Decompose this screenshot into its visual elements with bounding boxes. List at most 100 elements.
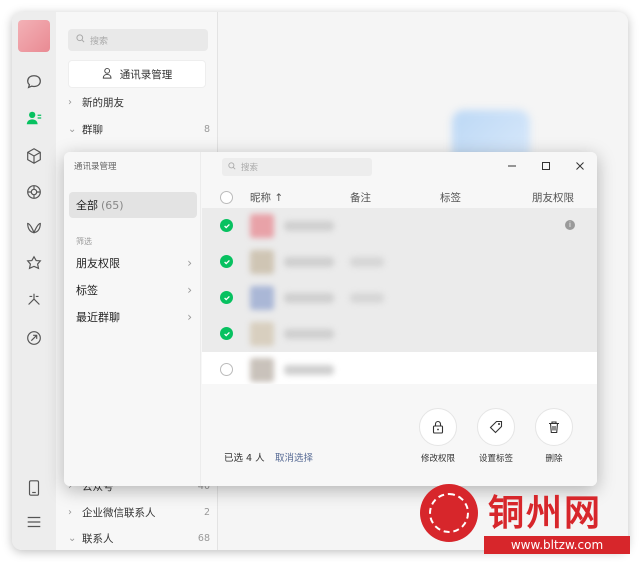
blurred-nickname [284, 293, 334, 303]
group-label: 新的朋友 [82, 96, 124, 109]
search-icon [228, 161, 236, 173]
contact-table: i [202, 208, 597, 388]
group-label: 联系人 [82, 532, 114, 545]
group-label: 群聊 [82, 123, 103, 136]
chevron-right-icon: › [187, 283, 192, 297]
avatar [250, 214, 274, 238]
column-remark: 备注 [350, 192, 371, 204]
column-tags: 标签 [440, 192, 461, 204]
filter-section-label: 筛选 [76, 237, 92, 246]
maximize-icon[interactable] [535, 156, 557, 176]
group-contacts[interactable]: ⌄ 联系人 68 [68, 528, 210, 548]
apps-icon[interactable] [24, 328, 44, 348]
group-count: 68 [197, 532, 210, 544]
dialog-sidebar: 通讯录管理 全部 (65) 筛选 朋友权限 › 标签 › 最近群聊 › [64, 152, 201, 486]
search-feature-icon[interactable] [24, 254, 44, 274]
search-placeholder: 搜索 [241, 163, 259, 173]
chevron-down-icon: ⌄ [68, 123, 77, 135]
table-row[interactable]: i [202, 208, 597, 244]
nav-rail [12, 12, 56, 550]
minimize-icon[interactable] [501, 156, 523, 176]
table-row[interactable] [202, 280, 597, 316]
dialog-title: 通讯录管理 [74, 162, 117, 172]
manage-label: 通讯录管理 [119, 68, 173, 81]
action-label: 设置标签 [478, 454, 513, 464]
checked-icon[interactable] [220, 327, 233, 340]
cancel-selection-link[interactable]: 取消选择 [275, 450, 313, 464]
checked-icon[interactable] [220, 255, 233, 268]
action-label: 修改权限 [420, 454, 455, 464]
dialog-main: 搜索 昵称 ↑ 备注 标签 朋友权限 i 已选 4 人 取消选择 修改权限 设置… [202, 152, 597, 486]
table-row[interactable] [202, 316, 597, 352]
checked-icon[interactable] [220, 219, 233, 232]
channels-icon[interactable] [24, 218, 44, 238]
tag-icon [477, 408, 515, 446]
edit-permission-button[interactable]: 修改权限 [408, 408, 468, 464]
avatar [250, 358, 274, 382]
chevron-right-icon: › [187, 310, 192, 324]
group-count: 2 [203, 506, 210, 518]
delete-button[interactable]: 删除 [524, 408, 584, 464]
search-icon [76, 34, 85, 46]
filter-label: 最近群聊 [76, 311, 120, 324]
action-label: 删除 [545, 454, 563, 464]
contacts-icon[interactable] [24, 108, 44, 128]
favorites-icon[interactable] [24, 146, 44, 166]
contacts-manage-dialog: 通讯录管理 全部 (65) 筛选 朋友权限 › 标签 › 最近群聊 › 搜索 昵… [64, 152, 597, 486]
group-wecom-contacts[interactable]: › 企业微信联系人 2 [68, 502, 210, 522]
trash-icon [535, 408, 573, 446]
phone-icon[interactable] [24, 478, 44, 498]
blurred-remark [350, 257, 384, 267]
user-manage-icon [102, 67, 114, 82]
group-new-friends[interactable]: › 新的朋友 [68, 92, 210, 112]
chevron-right-icon: › [187, 256, 192, 270]
filter-all[interactable]: 全部 (65) [69, 192, 197, 218]
avatar [250, 286, 274, 310]
close-icon[interactable] [569, 156, 591, 176]
filter-recent-groups[interactable]: 最近群聊 › [76, 306, 192, 328]
menu-icon[interactable] [24, 512, 44, 532]
blurred-nickname [284, 329, 334, 339]
unchecked-radio[interactable] [220, 363, 233, 376]
chevron-down-icon: ⌄ [68, 532, 77, 544]
moments-icon[interactable] [24, 182, 44, 202]
all-label: 全部 [76, 199, 98, 212]
chat-icon[interactable] [24, 72, 44, 92]
info-icon[interactable]: i [565, 220, 575, 230]
chevron-right-icon: › [68, 506, 72, 518]
table-row[interactable] [202, 352, 597, 388]
search-placeholder: 搜索 [90, 36, 109, 47]
blurred-nickname [284, 221, 334, 231]
column-nickname[interactable]: 昵称 ↑ [250, 190, 283, 205]
mini-programs-icon[interactable] [24, 290, 44, 310]
search-input[interactable]: 搜索 [68, 29, 208, 51]
dialog-footer: 已选 4 人 取消选择 修改权限 设置标签 删除 [202, 384, 597, 486]
filter-friend-permission[interactable]: 朋友权限 › [76, 252, 192, 274]
table-row[interactable] [202, 244, 597, 280]
chevron-right-icon: › [68, 96, 72, 108]
watermark-logo [420, 484, 478, 542]
filter-tags[interactable]: 标签 › [76, 279, 192, 301]
contacts-manage-button[interactable]: 通讯录管理 [68, 60, 206, 88]
avatar [250, 250, 274, 274]
group-label: 企业微信联系人 [82, 506, 156, 519]
all-count: (65) [101, 198, 124, 212]
filter-label: 标签 [76, 284, 98, 297]
avatar[interactable] [18, 20, 50, 52]
blurred-nickname [284, 365, 334, 375]
checked-icon[interactable] [220, 291, 233, 304]
dialog-search-input[interactable]: 搜索 [222, 158, 372, 176]
group-count: 8 [203, 123, 210, 135]
watermark: 铜州网 www.bltzw.com [416, 482, 632, 554]
table-header: 昵称 ↑ 备注 标签 朋友权限 [202, 186, 597, 208]
lock-icon [419, 408, 457, 446]
column-friend-permission: 朋友权限 [532, 192, 574, 204]
select-all-radio[interactable] [220, 191, 233, 204]
filter-label: 朋友权限 [76, 257, 120, 270]
selected-count: 已选 4 人 [224, 453, 265, 464]
group-group-chats[interactable]: ⌄ 群聊 8 [68, 119, 210, 139]
avatar [250, 322, 274, 346]
blurred-remark [350, 293, 384, 303]
set-tag-button[interactable]: 设置标签 [466, 408, 526, 464]
blurred-nickname [284, 257, 334, 267]
